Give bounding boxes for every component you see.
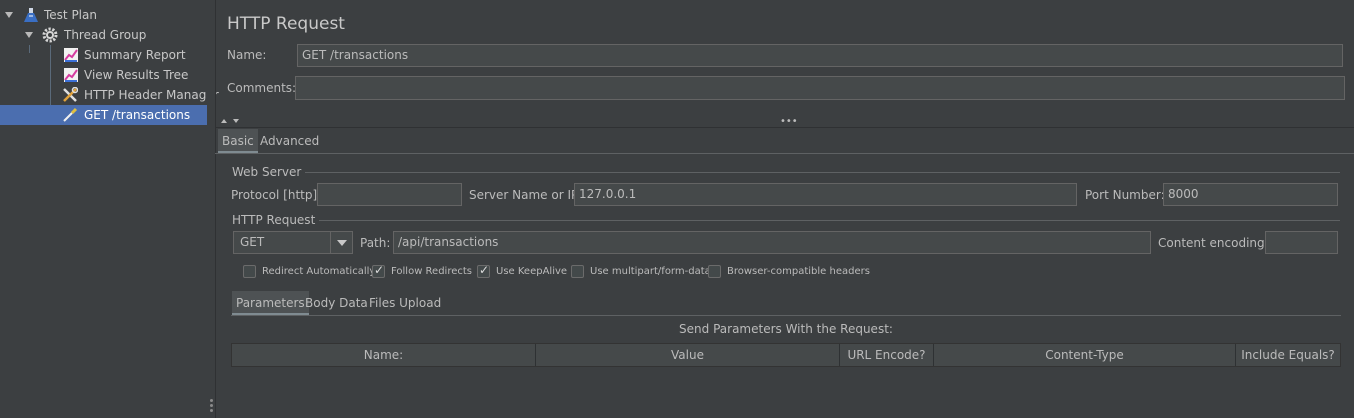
section-line — [232, 172, 1340, 173]
content-encoding-field[interactable] — [1265, 231, 1338, 254]
chart-icon — [64, 48, 78, 62]
checkbox-label: Browser-compatible headers — [727, 266, 870, 277]
server-name-label: Server Name or IP: — [469, 188, 583, 202]
use-keepalive-checkbox[interactable]: ✓ — [477, 263, 490, 278]
use-multipart-checkbox[interactable] — [571, 265, 584, 278]
flask-icon — [24, 8, 38, 22]
panel-divider[interactable]: ••• — [215, 117, 1354, 128]
section-line — [232, 220, 1340, 221]
port-number-label: Port Number: — [1085, 188, 1165, 202]
column-header-include-equals[interactable]: Include Equals? — [1236, 344, 1340, 366]
browser-compatible-headers-checkbox[interactable] — [708, 265, 721, 278]
gear-icon — [42, 27, 58, 43]
tree-item-label: GET /transactions — [84, 108, 191, 122]
tree-item-summary-report[interactable]: Summary Report — [0, 45, 207, 65]
server-name-field[interactable]: 127.0.0.1 — [574, 183, 1077, 206]
tab-parameters[interactable]: Parameters — [232, 291, 309, 315]
tree-item-http-header-manager[interactable]: HTTP Header Manager — [0, 85, 219, 105]
expand-arrow-icon[interactable] — [5, 12, 13, 18]
tab-underline — [231, 315, 1341, 316]
chevron-down-icon[interactable] — [337, 240, 347, 246]
comments-label: Comments: — [227, 81, 297, 95]
port-number-field[interactable]: 8000 — [1163, 183, 1338, 206]
tab-underline — [215, 153, 1354, 154]
tab-files-upload[interactable]: Files Upload — [365, 291, 445, 315]
column-header-url-encode[interactable]: URL Encode? — [840, 344, 934, 366]
protocol-field[interactable] — [317, 183, 462, 206]
grip-dot — [210, 409, 213, 412]
parameters-caption: Send Parameters With the Request: — [679, 322, 893, 336]
column-header-name[interactable]: Name: — [232, 344, 536, 366]
column-header-content-type[interactable]: Content-Type — [934, 344, 1236, 366]
collapse-down-icon[interactable] — [233, 119, 239, 123]
checkmark-icon: ✓ — [479, 263, 490, 277]
page-title: HTTP Request — [227, 14, 345, 34]
pipette-icon — [63, 107, 78, 122]
tab-advanced[interactable]: Advanced — [256, 129, 323, 153]
method-value: GET — [240, 235, 265, 249]
checkbox-label: Use KeepAlive — [496, 266, 568, 277]
path-label: Path: — [360, 236, 391, 250]
column-header-value[interactable]: Value — [536, 344, 840, 366]
tree-splitter[interactable] — [207, 0, 216, 418]
tree-item-view-results-tree[interactable]: View Results Tree — [0, 65, 207, 85]
select-divider — [330, 232, 331, 253]
content-encoding-label: Content encoding: — [1158, 236, 1269, 250]
expand-arrow-icon[interactable] — [25, 32, 33, 38]
parameters-table-header: Name: Value URL Encode? Content-Type Inc… — [231, 343, 1341, 367]
checkbox-label: Use multipart/form-data — [590, 266, 711, 277]
http-request-section-label: HTTP Request — [232, 212, 320, 228]
tab-body-data[interactable]: Body Data — [301, 291, 372, 315]
checkbox-label: Follow Redirects — [391, 266, 472, 277]
protocol-label: Protocol [http]: — [231, 188, 322, 202]
name-label: Name: — [227, 48, 267, 62]
path-field[interactable]: /api/transactions — [393, 231, 1151, 254]
tab-basic[interactable]: Basic — [218, 129, 258, 153]
tree-item-label: Summary Report — [84, 48, 186, 62]
tree-item-get-transactions[interactable]: GET /transactions — [0, 105, 207, 125]
chart-icon — [64, 68, 78, 82]
test-plan-tree: Test Plan Thread Group Summary Report Vi… — [0, 0, 219, 418]
redirect-automatically-checkbox[interactable] — [243, 265, 256, 278]
web-server-section-label: Web Server — [232, 164, 306, 180]
tree-item-label: Test Plan — [44, 8, 97, 22]
tree-item-label: Thread Group — [64, 28, 147, 42]
tools-icon — [63, 87, 78, 102]
comments-field[interactable] — [295, 76, 1345, 100]
tree-item-label: View Results Tree — [84, 68, 189, 82]
method-select[interactable]: GET — [233, 231, 353, 254]
grip-dot — [210, 399, 213, 402]
name-field[interactable]: GET /transactions — [297, 44, 1343, 67]
tree-item-thread-group[interactable]: Thread Group — [0, 25, 207, 45]
collapse-up-icon[interactable] — [221, 119, 227, 123]
drag-handle-icon[interactable]: ••• — [780, 117, 798, 127]
checkbox-label: Redirect Automatically — [262, 266, 376, 277]
tree-item-label: HTTP Header Manager — [84, 88, 219, 102]
tree-item-test-plan[interactable]: Test Plan — [0, 5, 207, 25]
follow-redirects-checkbox[interactable]: ✓ — [372, 263, 385, 278]
grip-dot — [210, 404, 213, 407]
checkmark-icon: ✓ — [374, 263, 385, 277]
